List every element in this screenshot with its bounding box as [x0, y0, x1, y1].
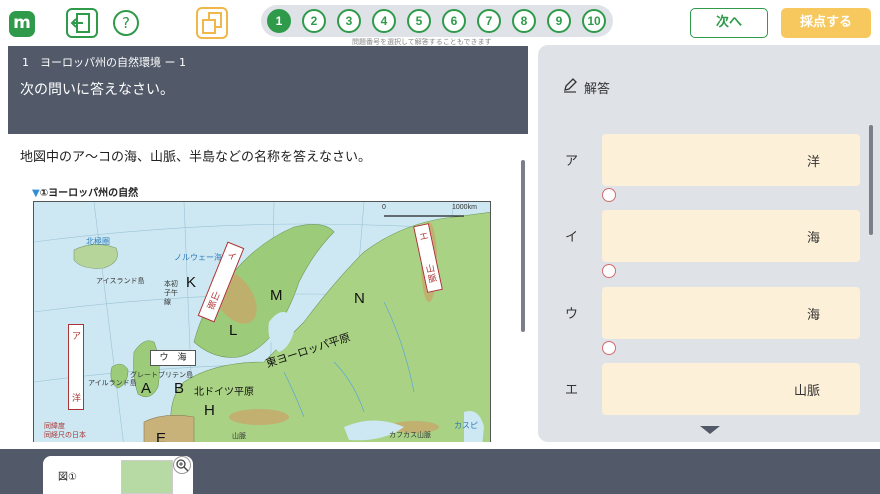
ocean-a-letter: ア — [72, 332, 82, 342]
question-subtitle: 1 ヨーロッパ州の自然環境 ー 1 — [22, 56, 186, 69]
prime-meridian-label: 本初子午線 — [164, 281, 178, 306]
question-number-4[interactable]: 4 — [372, 9, 396, 33]
north-german-plain-label: 北ドイツ平原 — [194, 387, 254, 398]
great-britain-label: グレートブリテン島 — [130, 372, 193, 379]
question-scrollbar[interactable] — [521, 160, 525, 332]
grade-button[interactable]: 採点する — [781, 8, 871, 38]
map-letter-e: E — [156, 430, 167, 442]
pencil-icon — [562, 77, 578, 97]
map-letter-a: A — [141, 380, 152, 397]
clear-answer-a-icon[interactable] — [602, 188, 616, 202]
europe-map[interactable]: 0 1000km 北極圏 ノルウェー海 アイスランド島 本初子午線 K L M … — [33, 201, 491, 442]
answer-input-u[interactable]: 海 — [602, 287, 860, 339]
question-navigator: 1 2 3 4 5 6 7 8 9 10 — [261, 5, 613, 37]
answer-row-e: エ 山脈 — [538, 363, 868, 415]
answer-key: エ — [565, 383, 579, 398]
map-caption-text: ①ヨーロッパ州の自然 — [39, 188, 139, 199]
question-body: 地図中のア〜コの海、山脈、半島などの名称を答えなさい。 ▼①ヨーロッパ州の自然 — [8, 134, 528, 442]
question-number-3[interactable]: 3 — [337, 9, 361, 33]
answer-scrollbar[interactable] — [869, 125, 873, 235]
arctic-circle-label: 北極圏 — [86, 237, 110, 246]
map-letter-n: N — [354, 290, 365, 307]
layout-switch-icon — [202, 12, 222, 34]
answer-input-e[interactable]: 山脈 — [602, 363, 860, 415]
map-letter-m: M — [270, 287, 283, 304]
mountains-i-letter: イ — [225, 250, 238, 264]
mountains-e-suffix: 山脈 — [425, 263, 439, 286]
answer-suffix: 山脈 — [793, 384, 820, 399]
figure-tab-label: 図① — [58, 472, 77, 483]
question-number-1[interactable]: 1 — [267, 9, 291, 33]
scale-zero: 0 — [382, 204, 386, 211]
answer-key: ウ — [565, 307, 579, 322]
alps-label: 山脈 — [232, 433, 246, 440]
next-button[interactable]: 次へ — [690, 8, 768, 38]
question-number-9[interactable]: 9 — [547, 9, 571, 33]
question-title: 次の問いに答えなさい。 — [20, 82, 174, 98]
answer-heading: 解答 — [562, 77, 610, 97]
caption-triangle-icon: ▼ — [32, 188, 40, 199]
answer-panel: 解答 ア 洋 イ 海 ウ 海 エ 山脈 — [538, 45, 880, 442]
clear-answer-u-icon[interactable] — [602, 341, 616, 355]
map-letter-l: L — [229, 322, 238, 339]
answer-key: ア — [565, 154, 579, 169]
figure-thumbnail[interactable] — [121, 460, 173, 494]
norwegian-sea-label: ノルウェー海 — [174, 253, 222, 262]
question-header: 1 ヨーロッパ州の自然環境 ー 1 次の問いに答えなさい。 — [8, 46, 528, 134]
map-letter-h: H — [204, 402, 215, 419]
answer-input-a[interactable]: 洋 — [602, 134, 860, 186]
answer-row-a: ア 洋 — [538, 134, 868, 186]
answer-row-u: ウ 海 — [538, 287, 868, 339]
question-text: 地図中のア〜コの海、山脈、半島などの名称を答えなさい。 — [20, 150, 372, 165]
answer-key: イ — [565, 230, 579, 245]
sea-u-box: ウ 海 — [150, 350, 196, 366]
help-button[interactable]: ? — [113, 10, 139, 36]
iceland-label: アイスランド島 — [96, 278, 145, 285]
answer-heading-text: 解答 — [584, 82, 611, 97]
question-number-2[interactable]: 2 — [302, 9, 326, 33]
question-number-8[interactable]: 8 — [512, 9, 536, 33]
zoom-icon[interactable] — [173, 456, 191, 474]
ocean-a-suffix: 洋 — [72, 394, 82, 404]
scroll-down-arrow-icon[interactable] — [700, 426, 720, 434]
answer-row-i: イ 海 — [538, 210, 868, 262]
caucasus-label: カフカス山脈 — [389, 432, 431, 439]
ocean-a-box: ア 洋 — [68, 324, 84, 410]
answer-input-i[interactable]: 海 — [602, 210, 860, 262]
same-latitude-japan-note: 同緯度 同経尺の日本 — [44, 423, 86, 439]
clear-answer-i-icon[interactable] — [602, 264, 616, 278]
question-number-7[interactable]: 7 — [477, 9, 501, 33]
map-caption: ▼①ヨーロッパ州の自然 — [32, 184, 138, 199]
question-number-6[interactable]: 6 — [442, 9, 466, 33]
answer-suffix: 洋 — [806, 155, 820, 170]
question-number-10[interactable]: 10 — [582, 9, 606, 33]
answer-suffix: 海 — [806, 231, 820, 246]
answer-suffix: 海 — [806, 308, 820, 323]
top-bar: m ? 1 2 3 4 5 6 7 8 9 10 問題番号を選択して解答すること… — [0, 0, 880, 46]
app-logo: m — [9, 11, 35, 37]
exit-button[interactable] — [66, 8, 98, 38]
caspian-label: カスピ — [454, 421, 478, 430]
mountains-e-letter: エ — [418, 231, 430, 244]
scale-label: 1000km — [452, 204, 477, 211]
layout-switch-button[interactable] — [196, 7, 228, 39]
exit-icon — [70, 13, 90, 33]
map-letter-b: B — [174, 380, 185, 397]
map-letter-k: K — [186, 274, 197, 291]
question-number-5[interactable]: 5 — [407, 9, 431, 33]
figure-tab[interactable]: 図① — [43, 456, 193, 494]
